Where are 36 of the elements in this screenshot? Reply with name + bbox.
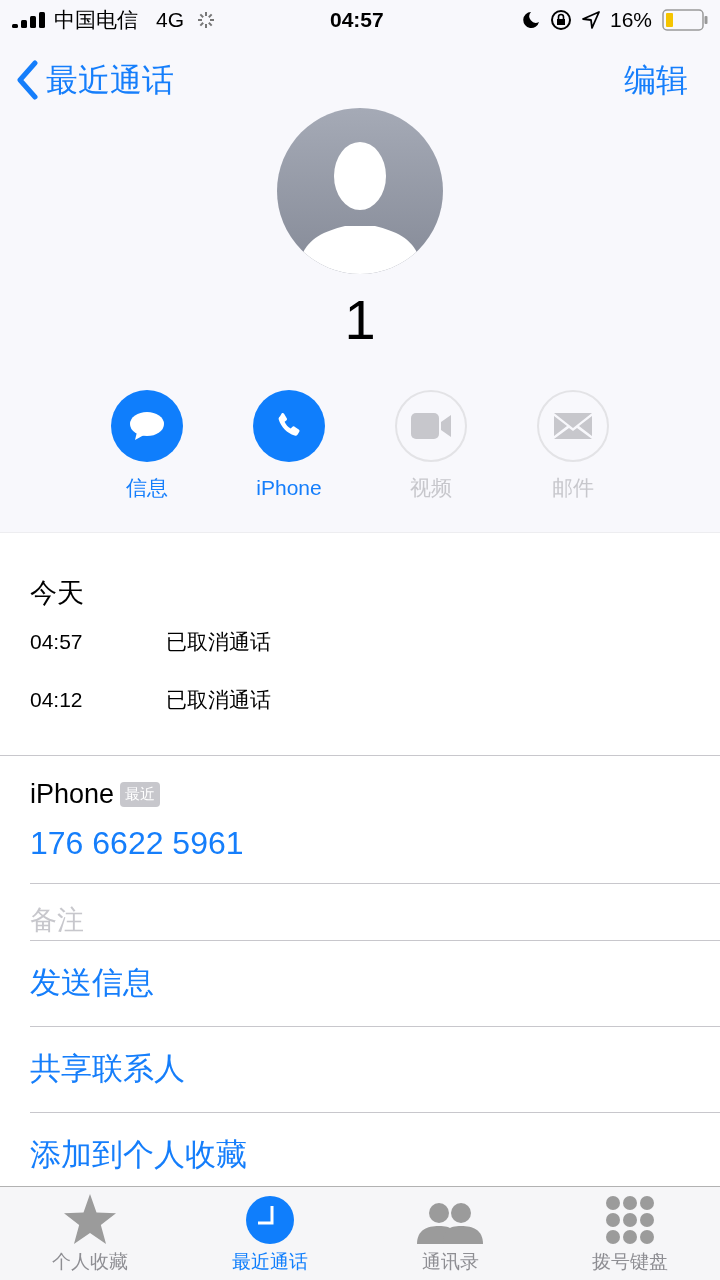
- keypad-icon: [606, 1195, 654, 1244]
- call-status: 已取消通话: [166, 687, 271, 714]
- battery-icon: [662, 9, 708, 31]
- chevron-left-icon: [16, 60, 38, 100]
- signal-icon: [12, 12, 46, 28]
- notes-field[interactable]: 备注: [30, 899, 630, 940]
- carrier-name: 中国电信: [54, 7, 138, 34]
- speech-bubble-icon: [129, 410, 165, 442]
- tab-item[interactable]: 通讯录: [360, 1187, 540, 1280]
- star-icon: [64, 1193, 116, 1244]
- tab-item[interactable]: 个人收藏: [0, 1187, 180, 1280]
- recent-badge: 最近: [120, 782, 161, 807]
- network-type: 4G: [156, 7, 184, 34]
- edit-button[interactable]: 编辑: [624, 56, 688, 104]
- video-camera-icon: [411, 413, 451, 439]
- moon-icon: [521, 11, 540, 29]
- action-link[interactable]: 发送信息: [30, 960, 154, 1007]
- call-time: 04:12: [30, 687, 84, 714]
- call-status: 已取消通话: [166, 629, 271, 656]
- envelope-icon: [554, 413, 592, 439]
- action-link[interactable]: 共享联系人: [30, 1046, 185, 1093]
- tab-item[interactable]: 拨号键盘: [540, 1187, 720, 1280]
- spinner-icon: [196, 10, 216, 30]
- location-arrow-icon: [581, 11, 600, 29]
- phone-label: iPhone: [30, 778, 115, 811]
- contact-name: 1: [343, 292, 377, 348]
- clock-icon: [246, 1195, 294, 1244]
- action-link[interactable]: 添加到个人收藏: [30, 1132, 247, 1179]
- clock-time: 04:57: [330, 7, 384, 34]
- back-button[interactable]: 最近通话: [16, 56, 174, 104]
- battery-percent: 16%: [609, 7, 652, 34]
- rotation-lock-icon: [549, 9, 572, 31]
- phone-number[interactable]: 176 6622 5961: [30, 818, 720, 867]
- tab-item[interactable]: 最近通话: [180, 1187, 360, 1280]
- section-heading: 今天: [30, 576, 85, 610]
- call-time: 04:57: [30, 629, 84, 656]
